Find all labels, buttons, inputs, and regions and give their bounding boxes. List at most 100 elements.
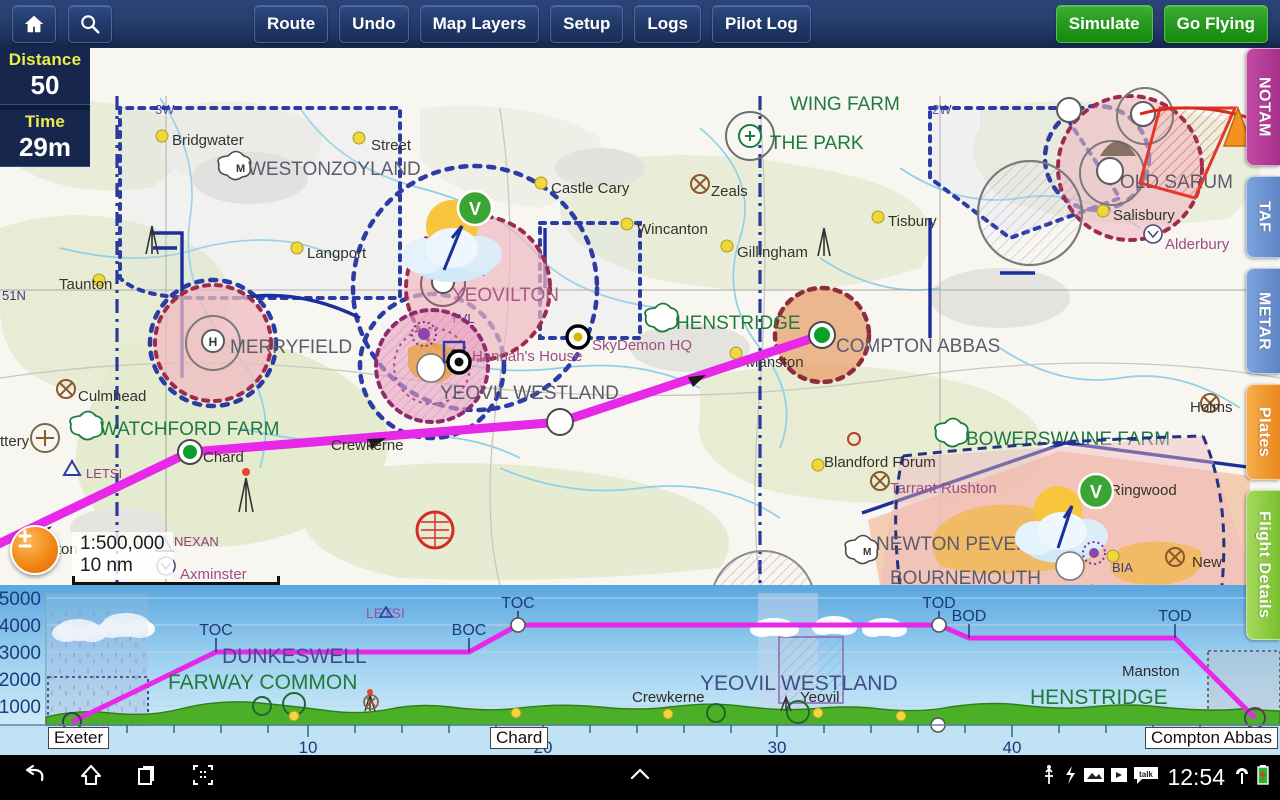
ident-bia: BIA xyxy=(1112,560,1133,575)
chevron-up-icon[interactable] xyxy=(626,762,654,793)
route-button[interactable]: Route xyxy=(254,5,328,43)
play-icon xyxy=(1110,765,1128,790)
profile-airspace-dunkeswell: DUNKESWELL xyxy=(222,645,367,668)
sd-card-icon xyxy=(1083,765,1105,790)
airfield-label-bournemouth: BOURNEMOUTH xyxy=(890,568,1041,585)
main-toolbar: Route Undo Map Layers Setup Logs Pilot L… xyxy=(254,5,811,43)
tab-plates[interactable]: Plates xyxy=(1246,384,1280,480)
profile-y-4000: 4000 xyxy=(0,616,41,637)
action-buttons: Simulate Go Flying xyxy=(1056,5,1268,43)
tab-notam[interactable]: NOTAM xyxy=(1246,48,1280,166)
svg-text:M: M xyxy=(863,547,871,558)
town-label-culmhead: Culmhead xyxy=(78,388,146,405)
town-label-crewkerne: Crewkerne xyxy=(331,437,404,454)
go-flying-button[interactable]: Go Flying xyxy=(1164,5,1268,43)
svg-text:M: M xyxy=(236,163,245,175)
profile-airspace-yeovil-westland: YEOVIL WESTLAND xyxy=(700,672,898,695)
tab-notam-label: NOTAM xyxy=(1255,68,1273,146)
poi-hannahs-house: Hannah's House xyxy=(472,348,582,365)
profile-x-10: 10 xyxy=(299,738,318,755)
profile-marker-toc-2: TOC xyxy=(501,595,534,612)
scale-bar xyxy=(72,576,280,585)
town-label-taunton: Taunton xyxy=(59,276,112,293)
town-label-tisbury: Tisbury xyxy=(888,213,937,230)
town-label-holms: Holms xyxy=(1190,399,1233,416)
app-header: Route Undo Map Layers Setup Logs Pilot L… xyxy=(0,0,1280,48)
town-label-gillingham: Gillingham xyxy=(737,244,808,261)
profile-town-crewkerne: Crewkerne xyxy=(632,689,705,706)
time-value: 29m xyxy=(0,132,90,166)
svg-text:V: V xyxy=(1090,482,1102,502)
setup-button[interactable]: Setup xyxy=(550,5,623,43)
profile-marker-boc: BOC xyxy=(452,622,487,639)
tab-flight-details[interactable]: Flight Details xyxy=(1246,490,1280,640)
home-icon[interactable] xyxy=(78,762,104,793)
profile-start-label[interactable]: Exeter xyxy=(48,727,109,749)
town-label-bridgwater: Bridgwater xyxy=(172,132,244,149)
town-label-chard: Chard xyxy=(203,449,244,466)
talk-icon: talk xyxy=(1133,765,1159,790)
svg-text:talk: talk xyxy=(1140,770,1154,779)
profile-town-manston: Manston xyxy=(1122,663,1180,680)
waypoint-label-nexan: NEXAN xyxy=(174,534,219,549)
search-button[interactable] xyxy=(68,5,112,43)
tab-metar[interactable]: METAR xyxy=(1246,268,1280,374)
airfield-label-compton-abbas: COMPTON ABBAS xyxy=(836,336,1000,357)
tab-flight-details-label: Flight Details xyxy=(1255,502,1273,627)
airfield-label-wing-farm: WING FARM xyxy=(790,94,900,115)
graticule-label-51n: 51N xyxy=(2,288,26,303)
vertical-profile[interactable]: 5000 4000 3000 2000 1000 xyxy=(0,585,1280,755)
zoom-button[interactable] xyxy=(10,525,60,575)
undo-button[interactable]: Undo xyxy=(339,5,408,43)
distance-block: Distance 50 xyxy=(0,48,90,105)
route-info-panel: Distance 50 Time 29m xyxy=(0,48,90,167)
scale-ratio: 1:500,000 xyxy=(80,533,165,555)
clock: 12:54 xyxy=(1167,764,1225,791)
distance-label: Distance xyxy=(0,48,90,70)
wifi-icon xyxy=(1233,764,1251,791)
svg-text:H: H xyxy=(209,335,218,349)
tab-metar-label: METAR xyxy=(1255,283,1273,359)
sync-icon xyxy=(1062,764,1078,791)
home-button[interactable] xyxy=(12,5,56,43)
pilot-log-button[interactable]: Pilot Log xyxy=(712,5,811,43)
back-icon[interactable] xyxy=(22,762,48,793)
airfield-label-yeovil-westland: YEOVIL WESTLAND xyxy=(440,383,619,404)
profile-marker-toc-1: TOC xyxy=(199,622,232,639)
profile-end-label[interactable]: Compton Abbas xyxy=(1145,727,1278,749)
screenshot-icon[interactable] xyxy=(190,762,216,793)
profile-y-5000: 5000 xyxy=(0,589,41,610)
map-canvas[interactable]: 3W 2W 51N xyxy=(0,48,1280,585)
profile-x-40: 40 xyxy=(1003,738,1022,755)
map-layers-button[interactable]: Map Layers xyxy=(420,5,540,43)
town-label-salisbury: Salisbury xyxy=(1113,207,1175,224)
profile-marker-bod: BOD xyxy=(952,608,987,625)
profile-mid-label[interactable]: Chard xyxy=(490,727,548,749)
tab-taf[interactable]: TAF xyxy=(1246,176,1280,258)
recents-icon[interactable] xyxy=(134,762,160,793)
profile-y-3000: 3000 xyxy=(0,643,41,664)
search-icon xyxy=(79,13,101,35)
time-label: Time xyxy=(0,110,90,132)
town-label-langport: Langport xyxy=(307,245,367,262)
town-label-ottery: ttery xyxy=(0,433,30,450)
side-tab-strip: NOTAM TAF METAR Plates Flight Details xyxy=(1246,48,1280,650)
profile-y-1000: 1000 xyxy=(0,697,41,718)
profile-x-30: 30 xyxy=(768,738,787,755)
airfield-label-the-park: THE PARK xyxy=(770,133,864,154)
scale-distance: 10 nm xyxy=(80,555,165,577)
airfield-label-westonzoyland: WESTONZOYLAND xyxy=(248,159,421,180)
logs-button[interactable]: Logs xyxy=(634,5,701,43)
airfield-label-yeovilton: YEOVILTON xyxy=(452,285,559,306)
town-label-zeals: Zeals xyxy=(711,183,748,200)
profile-marker-tod-2: TOD xyxy=(1158,608,1191,625)
simulate-button[interactable]: Simulate xyxy=(1056,5,1153,43)
airfield-label-merryfield: MERRYFIELD xyxy=(230,337,352,358)
profile-airfield-henstridge: HENSTRIDGE xyxy=(1030,686,1168,709)
airfield-label-watchford-farm: WATCHFORD FARM xyxy=(100,419,279,440)
town-label-new: New xyxy=(1192,554,1222,571)
home-icon xyxy=(23,13,45,35)
town-label-blandford-forum: Blandford Forum xyxy=(824,454,936,471)
svg-text:V: V xyxy=(469,199,481,219)
town-label-wincanton: Wincanton xyxy=(637,221,708,238)
